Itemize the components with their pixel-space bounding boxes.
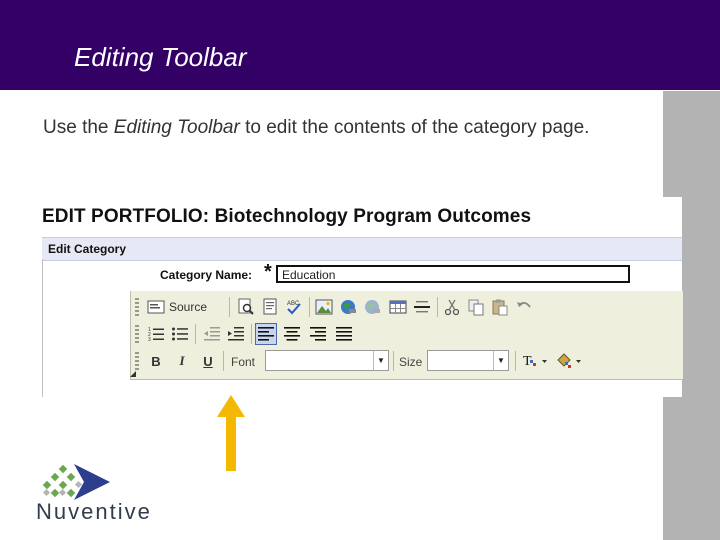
document-icon <box>263 298 277 315</box>
align-left-icon <box>258 327 274 341</box>
size-label: Size <box>399 355 423 369</box>
horizontal-rule-icon <box>414 301 430 313</box>
bold-button[interactable]: B <box>145 350 167 372</box>
undo-button[interactable] <box>513 296 535 318</box>
italic-button[interactable]: I <box>171 350 193 372</box>
dropdown-arrow-icon: ▼ <box>493 351 508 370</box>
bulleted-list-button[interactable] <box>169 323 191 345</box>
cut-button[interactable] <box>441 296 463 318</box>
insert-image-button[interactable] <box>313 296 335 318</box>
paste-button[interactable] <box>489 296 511 318</box>
source-button-label: Source <box>169 300 208 314</box>
slide-header: Editing Toolbar <box>0 0 720 90</box>
screenshot-panel: EDIT PORTFOLIO: Biotechnology Program Ou… <box>42 197 683 397</box>
portfolio-heading: EDIT PORTFOLIO: Biotechnology Program Ou… <box>42 206 532 227</box>
insert-link-button[interactable] <box>337 296 359 318</box>
align-center-icon <box>284 327 300 341</box>
spellcheck-button[interactable]: ABC <box>283 296 305 318</box>
align-left-button[interactable] <box>255 323 277 345</box>
justify-button[interactable] <box>333 323 355 345</box>
spellcheck-icon: ABC <box>287 301 301 315</box>
pointer-arrow-icon <box>217 395 245 471</box>
edit-category-bar: Edit Category <box>42 237 682 261</box>
edit-category-label: Edit Category <box>48 242 127 256</box>
globe-icon <box>341 300 356 314</box>
toolbar-row-3: B I U Font ▼ Size ▼ T <box>131 348 683 374</box>
text-color-button[interactable]: T <box>521 350 551 372</box>
justify-icon <box>336 327 352 341</box>
body-text-start: Use the <box>43 117 114 138</box>
toolbar-separator <box>223 351 224 371</box>
text-color-icon: T <box>523 354 547 369</box>
toolbar-collapse-icon[interactable] <box>130 371 136 377</box>
outdent-button[interactable] <box>201 323 223 345</box>
toolbar-grip[interactable] <box>135 298 139 316</box>
nuventive-logo-text: Nuventive <box>36 499 152 524</box>
undo-icon <box>517 302 531 308</box>
editor-area-border <box>130 379 682 380</box>
toolbar-separator <box>515 351 516 371</box>
indent-button[interactable] <box>225 323 247 345</box>
numbered-list-icon: 123 <box>148 327 164 343</box>
toolbar-row-2: 123 <box>131 321 683 347</box>
align-right-icon <box>310 327 326 341</box>
category-name-input[interactable]: Education <box>276 265 630 283</box>
toolbar-separator <box>229 297 230 317</box>
remove-link-button[interactable] <box>361 296 383 318</box>
align-center-button[interactable] <box>281 323 303 345</box>
slide-body-text: Use the Editing Toolbar to edit the cont… <box>43 114 643 141</box>
toolbar-separator <box>393 351 394 371</box>
globe-unlink-icon <box>365 300 380 314</box>
dropdown-arrow-icon: ▼ <box>373 351 388 370</box>
image-icon <box>315 299 333 315</box>
table-icon <box>389 300 407 314</box>
copy-icon <box>468 299 484 316</box>
toolbar-grip[interactable] <box>135 325 139 343</box>
body-text-end: to edit the contents of the category pag… <box>239 117 590 138</box>
templates-button[interactable] <box>259 296 281 318</box>
insert-table-button[interactable] <box>387 296 409 318</box>
copy-button[interactable] <box>465 296 487 318</box>
indent-icon <box>228 327 244 341</box>
font-select[interactable]: ▼ <box>265 350 389 371</box>
toolbar-separator <box>195 324 196 344</box>
toolbar-grip[interactable] <box>135 352 139 370</box>
required-mark: * <box>264 261 272 283</box>
panel-left-rule <box>42 259 43 397</box>
body-text-emphasis: Editing Toolbar <box>113 117 240 138</box>
editing-toolbar: Source ABC 1 2 3 B I U Font ▼ Size ▼ T <box>130 291 683 379</box>
magnifier-icon <box>238 298 254 315</box>
outdent-icon <box>204 327 220 341</box>
scissors-icon <box>444 299 460 316</box>
category-name-label: Category Name: <box>160 268 253 282</box>
source-button[interactable]: Source <box>145 296 225 318</box>
bulleted-list-icon <box>172 327 188 341</box>
font-label: Font <box>231 355 256 369</box>
toolbar-separator <box>251 324 252 344</box>
toolbar-separator <box>309 297 310 317</box>
toolbar-separator <box>437 297 438 317</box>
horizontal-rule-button[interactable] <box>411 296 433 318</box>
align-right-button[interactable] <box>307 323 329 345</box>
toolbar-row-1: Source ABC <box>131 294 683 320</box>
size-select[interactable]: ▼ <box>427 350 509 371</box>
underline-button[interactable]: U <box>197 350 219 372</box>
paint-bucket-icon <box>557 353 581 368</box>
svg-text:3: 3 <box>148 337 151 343</box>
preview-button[interactable] <box>235 296 257 318</box>
clipboard-icon <box>492 299 508 316</box>
background-color-button[interactable] <box>553 350 585 372</box>
slide-title: Editing Toolbar <box>74 42 247 72</box>
numbered-list-button[interactable]: 123 <box>145 323 167 345</box>
source-icon <box>147 300 165 314</box>
